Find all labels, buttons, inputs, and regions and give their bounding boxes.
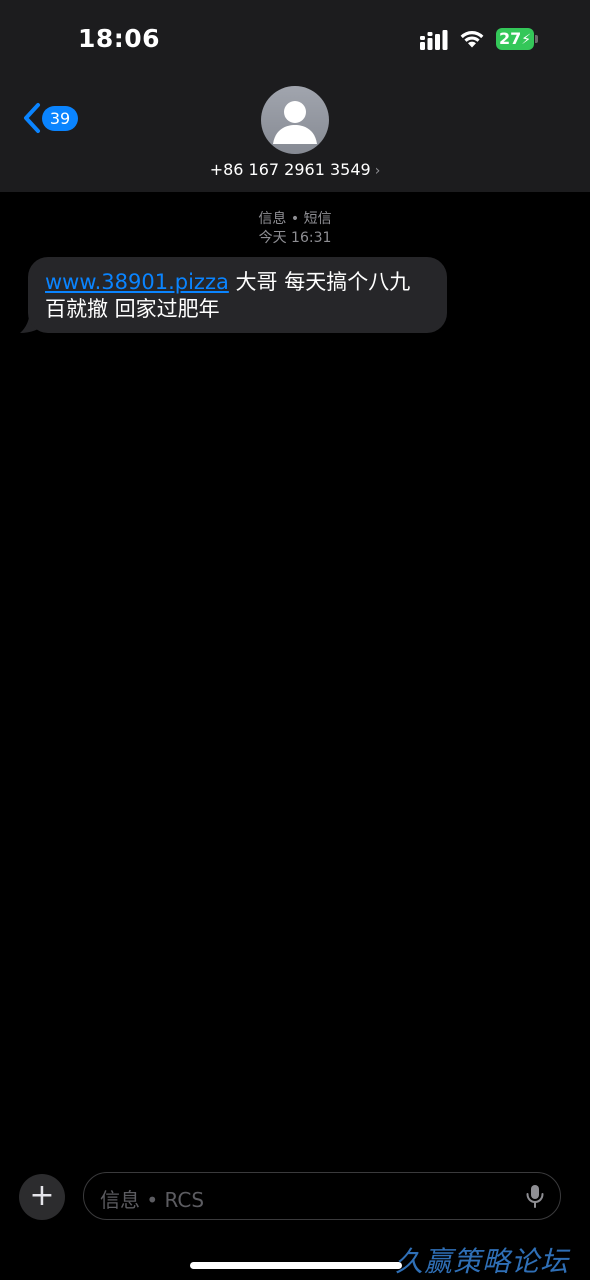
conversation-header: 18:06 27⚡ 39 +86 167 2961 3549 ›: [0, 0, 590, 192]
person-silhouette-icon: [273, 101, 317, 144]
message-input-placeholder: 信息 • RCS: [100, 1188, 205, 1212]
unread-count-badge: 39: [42, 106, 78, 131]
watermark-text: 久赢策略论坛: [395, 1245, 570, 1278]
message-timestamp: 今天 16:31: [258, 230, 332, 246]
message-link[interactable]: www.38901.pizza: [45, 270, 229, 294]
message-text-line1: 大哥 每天搞个八九: [228, 270, 411, 294]
wifi-icon: [460, 31, 484, 48]
battery-cap: [535, 35, 538, 43]
battery-indicator: 27⚡: [496, 28, 538, 50]
contact-avatar[interactable]: [261, 86, 329, 154]
chevron-right-icon: ›: [374, 163, 381, 179]
chevron-left-icon: [24, 103, 40, 133]
message-input[interactable]: 信息 • RCS: [83, 1172, 561, 1220]
incoming-message-bubble[interactable]: www.38901.pizza 大哥 每天搞个八九 百就撤 回家过肥年: [28, 257, 447, 333]
message-text-line2: 百就撤 回家过肥年: [45, 297, 220, 321]
message-service-label: 信息 • 短信: [258, 211, 332, 227]
back-button[interactable]: 39: [18, 100, 82, 136]
microphone-icon[interactable]: [525, 1184, 545, 1208]
cellular-signal-icon: [420, 30, 448, 50]
battery-percentage: 27⚡: [498, 29, 532, 48]
home-indicator[interactable]: [190, 1262, 402, 1269]
status-time: 18:06: [78, 24, 161, 53]
add-attachment-button[interactable]: +: [19, 1174, 65, 1220]
contact-phone-number: +86 167 2961 3549: [209, 160, 371, 179]
contact-name-button[interactable]: +86 167 2961 3549 ›: [0, 160, 590, 179]
plus-icon: +: [29, 1178, 55, 1213]
